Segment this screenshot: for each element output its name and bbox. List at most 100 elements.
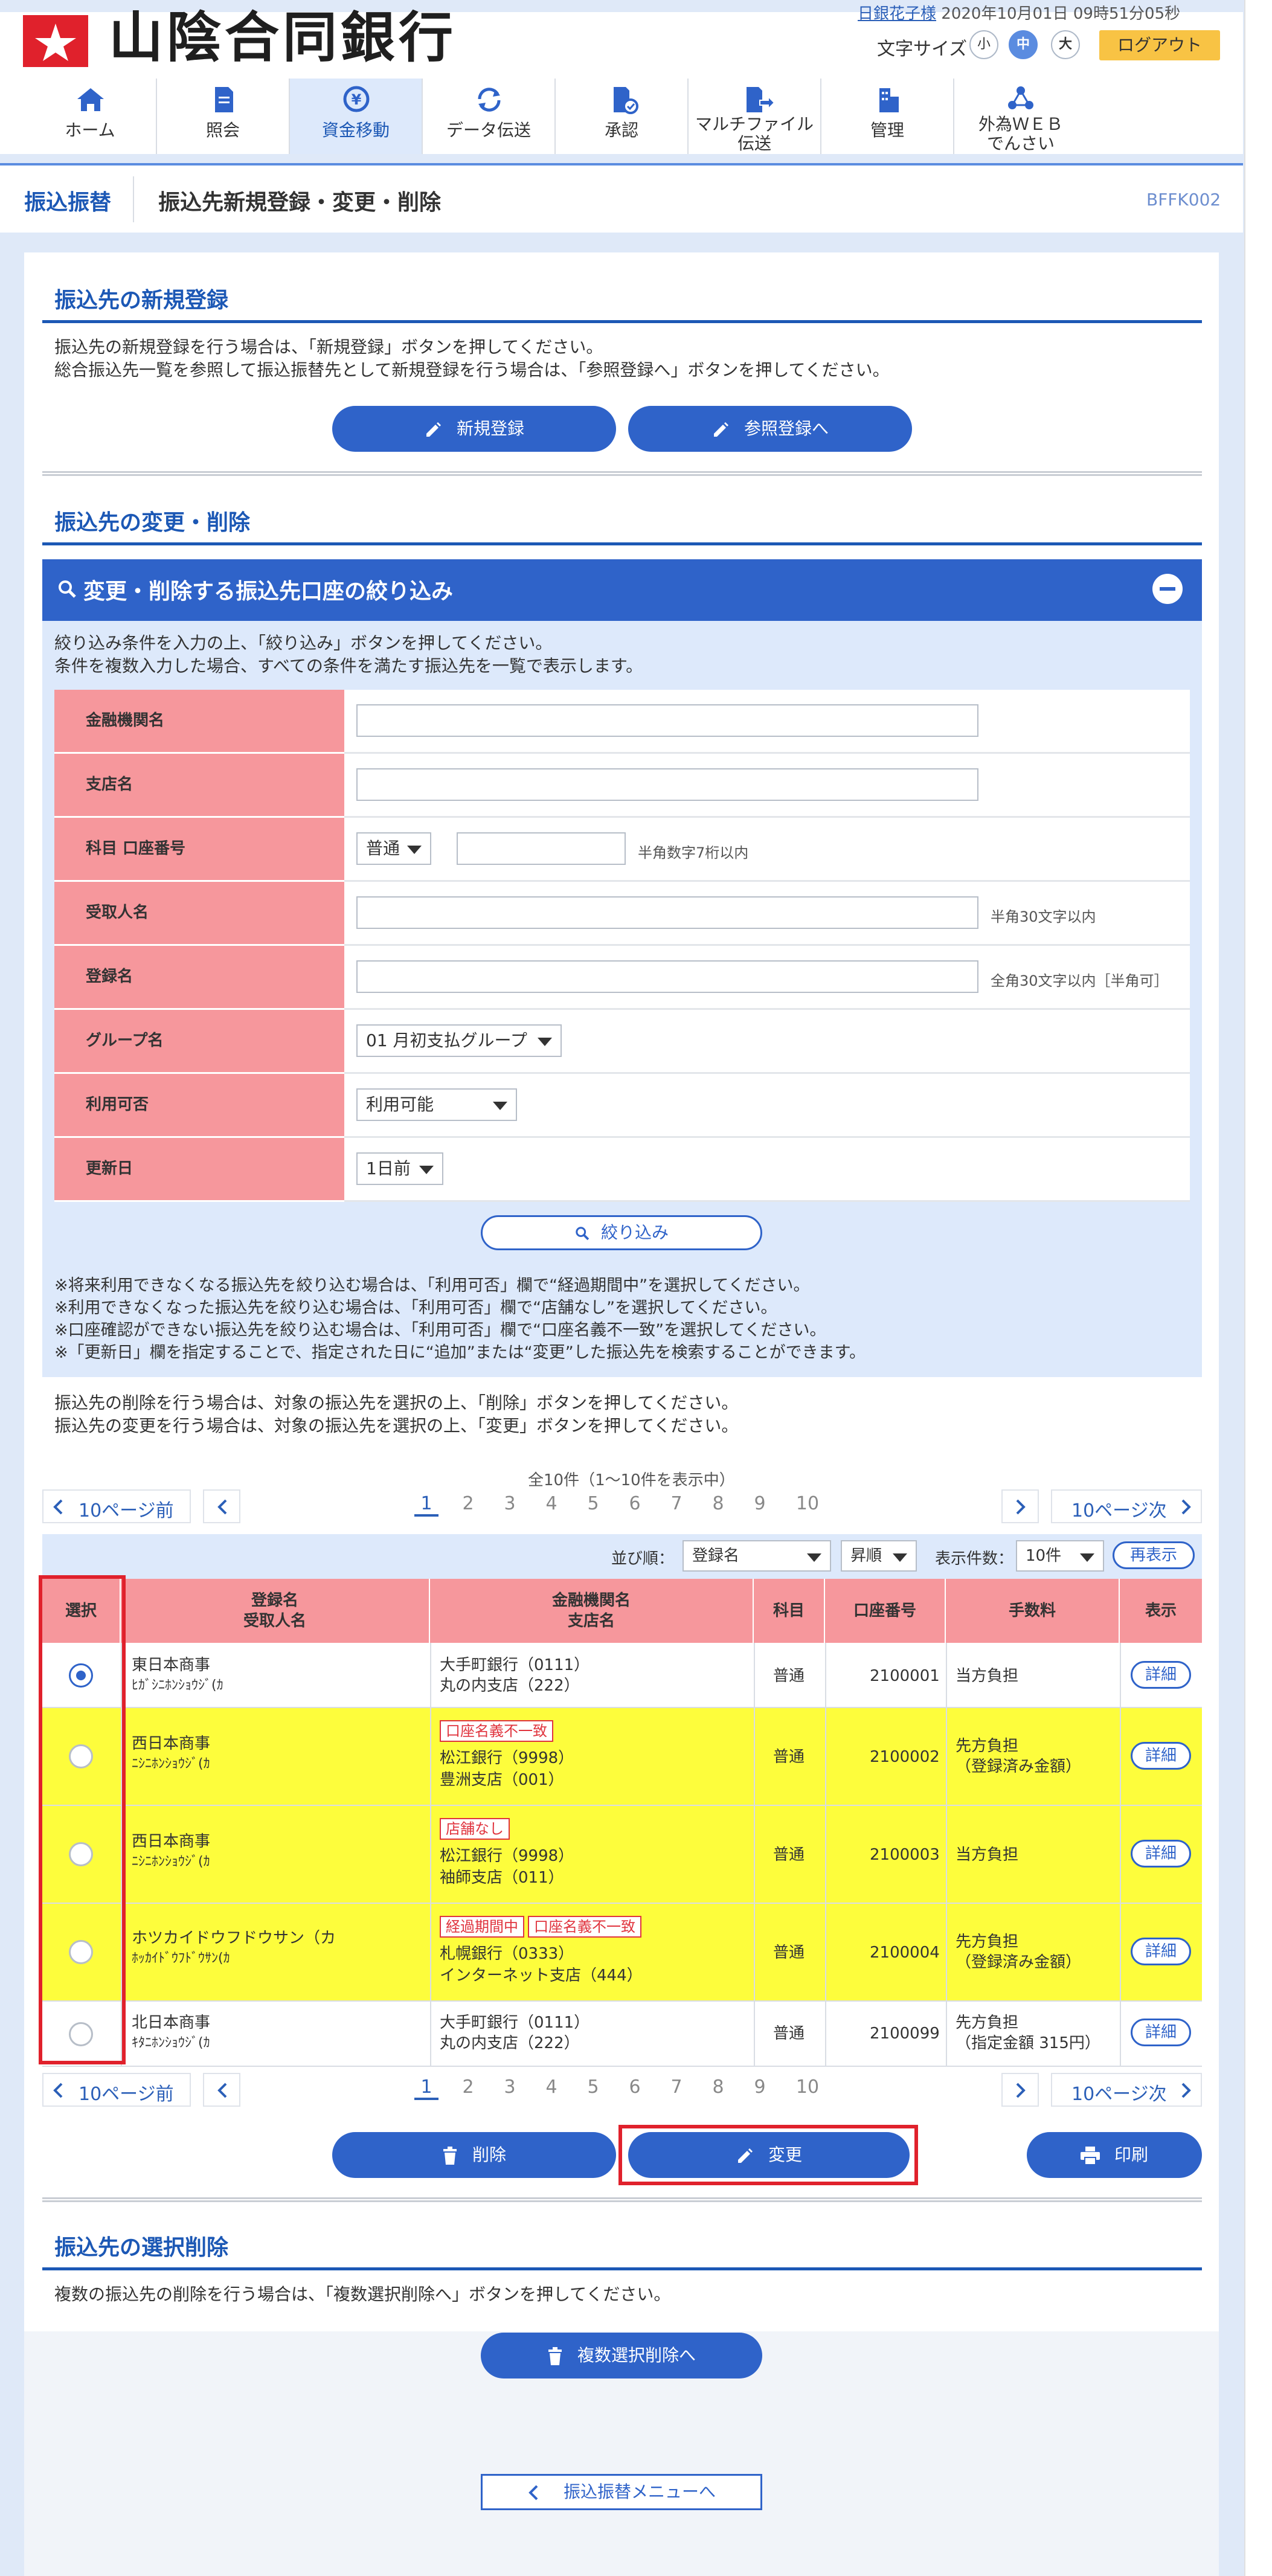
redisplay-button[interactable]: 再表示 — [1113, 1541, 1195, 1569]
bank-logo-icon — [23, 15, 88, 67]
page-6[interactable]: 6 — [623, 1493, 647, 1514]
nav-multi-file[interactable]: マルチファイル 伝送 — [689, 79, 821, 154]
branch-name-input[interactable] — [356, 768, 978, 801]
filter-button[interactable]: 絞り込み — [481, 1215, 762, 1250]
svg-text:¥: ¥ — [352, 91, 362, 108]
detail-button[interactable]: 詳細 — [1131, 1742, 1191, 1770]
multi-delete-button[interactable]: 複数選択削除へ — [481, 2333, 762, 2378]
scrollbar[interactable] — [1244, 0, 1272, 2576]
row-status-tags: 経過期間中 口座名義不一致 — [440, 1916, 645, 1938]
updated-select[interactable]: 1日前 — [356, 1152, 443, 1185]
row-account: 2100001 — [870, 1667, 940, 1685]
section-divider — [42, 471, 1202, 476]
nav-data-transfer[interactable]: データ伝送 — [423, 79, 556, 154]
payee-input[interactable] — [356, 896, 978, 929]
reference-registration-button[interactable]: 参照登録へ — [628, 406, 912, 452]
table-row[interactable] — [42, 1806, 1202, 1904]
usable-select[interactable]: 利用可能 — [356, 1088, 517, 1121]
detail-button[interactable]: 詳細 — [1131, 2019, 1191, 2046]
group-select[interactable]: 01 月初支払グループ — [356, 1024, 562, 1057]
page-9[interactable]: 9 — [748, 1493, 772, 1514]
collapse-icon[interactable] — [1152, 574, 1183, 604]
row-payee-kana: ﾎｯｶｲﾄﾞｳﾌﾄﾞｳｻﾝ(ｶ — [132, 1951, 230, 1966]
nav-approval[interactable]: 承認 — [556, 79, 689, 154]
row-account: 2100003 — [870, 1846, 940, 1864]
sort-select[interactable]: 登録名 — [683, 1540, 831, 1572]
account-type-select[interactable]: 普通 — [356, 832, 431, 865]
row-branch: インターネット支店（444） — [440, 1967, 643, 1985]
next-10-pages-button-bottom[interactable]: 10ページ次 — [1051, 2073, 1202, 2107]
next-page-button[interactable] — [1001, 1489, 1039, 1523]
font-size-small-button[interactable]: 小 — [969, 30, 998, 59]
page-3[interactable]: 3 — [498, 2077, 522, 2098]
user-datetime: 日銀花子様 2020年10月01日 09時51分05秒 — [858, 5, 1181, 23]
count-select[interactable]: 10件 — [1016, 1540, 1104, 1572]
row-branch: 丸の内支店（222） — [440, 1677, 580, 1695]
nav-management[interactable]: 管理 — [821, 79, 954, 154]
page-2[interactable]: 2 — [456, 1493, 480, 1514]
page-2[interactable]: 2 — [456, 2077, 480, 2098]
detail-button[interactable]: 詳細 — [1131, 1840, 1191, 1868]
nav-forex-densai[interactable]: 外為ＷＥＢ でんさい — [954, 79, 1087, 154]
bank-name-input[interactable] — [356, 704, 978, 737]
new-registration-button[interactable]: 新規登録 — [332, 406, 616, 452]
page-9[interactable]: 9 — [748, 2077, 772, 2098]
page-4[interactable]: 4 — [539, 2077, 564, 2098]
prev-10-pages-button-bottom[interactable]: 10ページ前 — [42, 2073, 191, 2107]
new-registration-heading: 振込先の新規登録 — [54, 288, 229, 313]
row-reg-name: 西日本商事 — [132, 1832, 211, 1851]
page-4[interactable]: 4 — [539, 1493, 564, 1514]
delete-button[interactable]: 削除 — [332, 2132, 616, 2178]
detail-button[interactable]: 詳細 — [1131, 1938, 1191, 1965]
chevron-right-icon — [1016, 2083, 1026, 2098]
row-bank: 大手町銀行（0111） — [440, 2014, 590, 2032]
row-payee-kana: ｷﾀﾆﾎﾝｼｮｳｼﾞ(ｶ — [132, 2035, 210, 2051]
col-detail: 表示 — [1145, 1602, 1177, 1620]
next-10-pages-button[interactable]: 10ページ次 — [1051, 1489, 1202, 1523]
prev-10-pages-button[interactable]: 10ページ前 — [42, 1489, 191, 1523]
page-10[interactable]: 10 — [789, 1493, 826, 1514]
row-branch: 丸の内支店（222） — [440, 2034, 580, 2052]
page-3[interactable]: 3 — [498, 1493, 522, 1514]
nav-fund-transfer[interactable]: ¥ 資金移動 — [290, 79, 423, 154]
account-number-input[interactable] — [457, 832, 626, 865]
page-1[interactable]: 1 — [414, 1493, 438, 1517]
page-7[interactable]: 7 — [664, 1493, 689, 1514]
building-icon — [879, 88, 899, 112]
registration-name-hint: 全角30文字以内［半角可］ — [991, 972, 1169, 989]
branch-name-label: 支店名 — [54, 754, 344, 818]
multi-delete-heading: 振込先の選択削除 — [54, 2235, 229, 2260]
nav-home[interactable]: ホーム — [24, 79, 157, 154]
row-type: 普通 — [773, 1667, 805, 1685]
nav-inquiry[interactable]: 照会 — [157, 79, 290, 154]
detail-button[interactable]: 詳細 — [1131, 1661, 1191, 1689]
page-5[interactable]: 5 — [581, 1493, 605, 1514]
chevron-left-icon — [53, 2083, 63, 2098]
note-4: ※「更新日」欄を指定することで、指定された日に“追加”または“変更”した振込先を… — [54, 1343, 866, 1362]
change-button[interactable]: 変更 — [628, 2132, 910, 2178]
page-8[interactable]: 8 — [706, 1493, 730, 1514]
page-10[interactable]: 10 — [789, 2077, 826, 2098]
order-select[interactable]: 昇順 — [841, 1540, 917, 1572]
next-page-button-bottom[interactable] — [1001, 2073, 1039, 2107]
font-size-large-button[interactable]: 大 — [1051, 30, 1080, 59]
font-size-medium-button[interactable]: 中 — [1009, 30, 1038, 59]
print-button[interactable]: 印刷 — [1027, 2132, 1202, 2178]
page-1[interactable]: 1 — [414, 2077, 438, 2100]
logout-button[interactable]: ログアウト — [1099, 30, 1220, 60]
registration-name-input[interactable] — [356, 960, 978, 993]
page-6[interactable]: 6 — [623, 2077, 647, 2098]
back-to-menu-button[interactable]: 振込振替メニューへ — [481, 2474, 762, 2510]
prev-page-button[interactable] — [203, 1489, 240, 1523]
page-8[interactable]: 8 — [706, 2077, 730, 2098]
page-7[interactable]: 7 — [664, 2077, 689, 2098]
bank-name: 山陰合同銀行 — [109, 5, 457, 69]
breadcrumb[interactable]: 振込振替 — [24, 185, 111, 216]
network-icon — [1008, 86, 1033, 109]
prev-page-button-bottom[interactable] — [203, 2073, 240, 2107]
column-divider — [946, 1643, 947, 2067]
screen-id: BFFK002 — [1146, 190, 1221, 210]
page-5[interactable]: 5 — [581, 2077, 605, 2098]
trash-icon — [548, 2347, 562, 2365]
user-name-link[interactable]: 日銀花子様 — [858, 5, 936, 23]
